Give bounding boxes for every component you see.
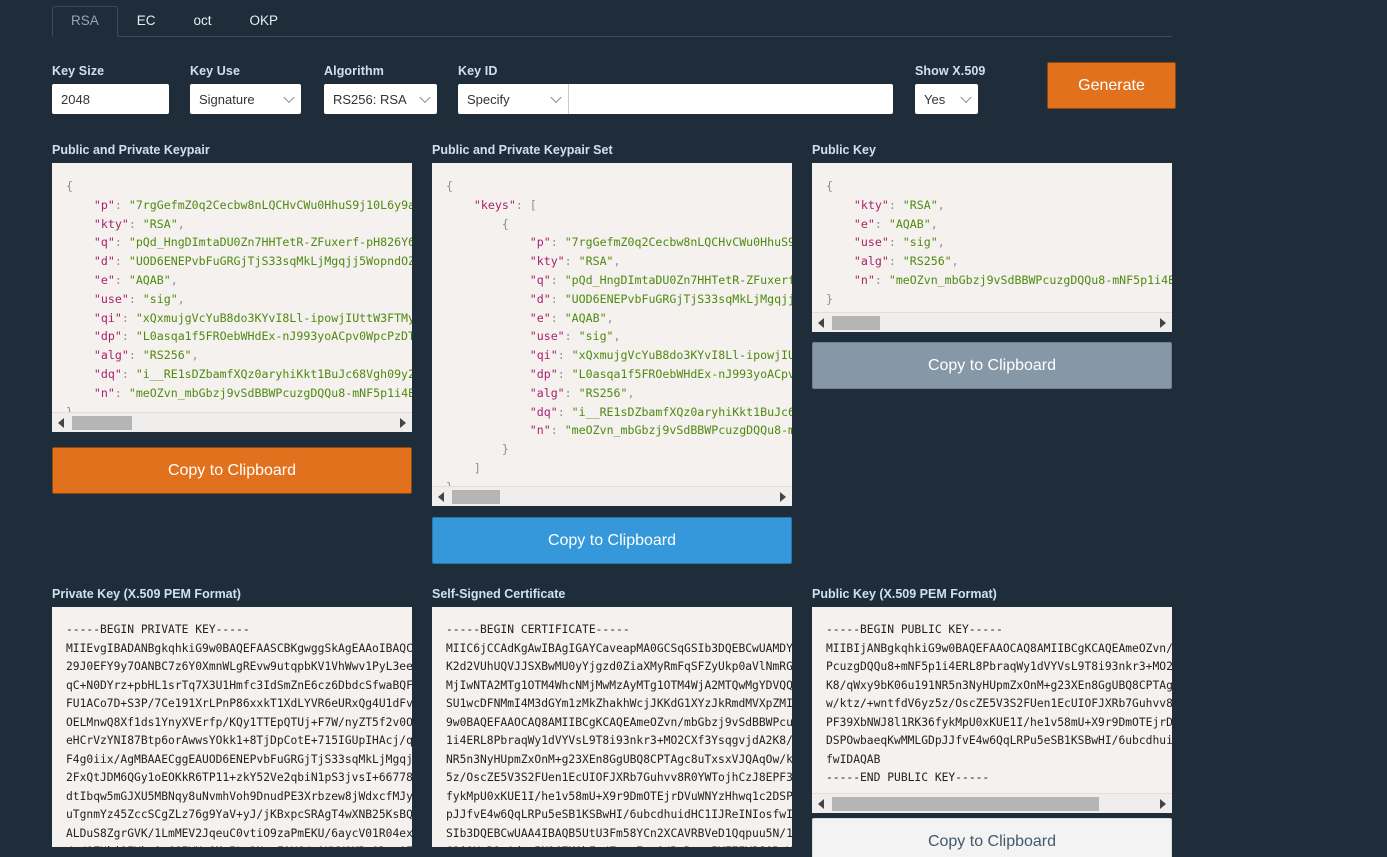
scroll-right-arrow-icon[interactable]	[774, 487, 792, 507]
generator-form: Key Size 2048 Key Use Signature Algorith…	[0, 56, 1387, 126]
panel-keypair: Public and Private Keypair { "p": "7rgGe…	[52, 143, 412, 432]
algorithm-label: Algorithm	[324, 64, 384, 78]
panel-public-key-title: Public Key	[812, 143, 876, 157]
chevron-down-icon	[283, 91, 295, 104]
scroll-thumb[interactable]	[72, 415, 132, 430]
key-size-label: Key Size	[52, 64, 105, 78]
certificate-text: -----BEGIN CERTIFICATE----- MIIC6jCCAdKg…	[446, 623, 792, 847]
copy-public-key-label: Copy to Clipboard	[927, 356, 1057, 374]
algorithm-value: RS256: RSA	[333, 91, 407, 107]
panel-keypair-title: Public and Private Keypair	[52, 143, 210, 157]
key-id-mode-select[interactable]: Specify	[458, 84, 568, 114]
key-id-label: Key ID	[458, 64, 498, 78]
keypair-set-codebox[interactable]: { "keys": [ { "p": "7rgGefmZ0q2Cecbw8nLQ…	[432, 163, 792, 506]
public-pem-text: -----BEGIN PUBLIC KEY----- MIIBIjANBgkqh…	[826, 623, 1172, 784]
algorithm-select[interactable]: RS256: RSA	[324, 84, 437, 114]
key-use-label: Key Use	[190, 64, 241, 78]
scroll-left-arrow-icon[interactable]	[432, 487, 450, 507]
key-use-select[interactable]: Signature	[190, 84, 301, 114]
panel-certificate: Self-Signed Certificate -----BEGIN CERTI…	[432, 587, 792, 847]
algorithm-field: Algorithm RS256: RSA	[324, 64, 437, 114]
scroll-track[interactable]	[830, 794, 1154, 814]
copy-public-key-button[interactable]: Copy to Clipboard	[812, 342, 1172, 389]
generate-button-label: Generate	[1078, 76, 1145, 94]
scroll-thumb[interactable]	[832, 796, 1099, 811]
chevron-down-icon	[419, 91, 431, 104]
keypair-hscrollbar[interactable]	[52, 412, 412, 432]
copy-public-pem-button[interactable]: Copy to Clipboard	[812, 818, 1172, 857]
keypair-set-hscrollbar[interactable]	[432, 486, 792, 506]
panel-keypair-set: Public and Private Keypair Set { "keys":…	[432, 143, 792, 506]
tab-ec[interactable]: EC	[118, 6, 175, 36]
public-pem-hscrollbar[interactable]	[812, 793, 1172, 813]
scroll-right-arrow-icon[interactable]	[1154, 794, 1172, 814]
scroll-left-arrow-icon[interactable]	[812, 794, 830, 814]
key-size-value: 2048	[61, 91, 90, 107]
panel-private-pem: Private Key (X.509 PEM Format) -----BEGI…	[52, 587, 412, 847]
key-id-mode-value: Specify	[467, 91, 510, 107]
keypair-codebox[interactable]: { "p": "7rgGefmZ0q2Cecbw8nLQCHvCWu0HhuS9…	[52, 163, 412, 432]
public-pem-codebox[interactable]: -----BEGIN PUBLIC KEY----- MIIBIjANBgkqh…	[812, 607, 1172, 813]
keypair-set-json: { "keys": [ { "p": "7rgGefmZ0q2Cecbw8nLQ…	[446, 179, 792, 494]
copy-public-pem-label: Copy to Clipboard	[927, 832, 1057, 850]
generate-button[interactable]: Generate	[1047, 62, 1176, 109]
certificate-codebox[interactable]: -----BEGIN CERTIFICATE----- MIIC6jCCAdKg…	[432, 607, 792, 847]
public-key-json: { "kty": "RSA", "e": "AQAB", "use": "sig…	[826, 179, 1172, 306]
scroll-thumb[interactable]	[452, 489, 500, 504]
key-id-input[interactable]	[568, 84, 893, 114]
copy-keypair-label: Copy to Clipboard	[167, 461, 297, 479]
public-key-codebox[interactable]: { "kty": "RSA", "e": "AQAB", "use": "sig…	[812, 163, 1172, 332]
show-x509-select[interactable]: Yes	[915, 84, 978, 114]
scroll-track[interactable]	[450, 487, 774, 507]
key-id-field: Key ID Specify	[458, 64, 893, 114]
panel-public-pem-title: Public Key (X.509 PEM Format)	[812, 587, 997, 601]
copy-keypair-set-label: Copy to Clipboard	[547, 531, 677, 549]
keypair-json: { "p": "7rgGefmZ0q2Cecbw8nLQCHvCWu0HhuS9…	[66, 179, 412, 419]
copy-keypair-button[interactable]: Copy to Clipboard	[52, 447, 412, 494]
key-use-field: Key Use Signature	[190, 64, 301, 114]
key-size-field: Key Size 2048	[52, 64, 169, 114]
panel-keypair-set-title: Public and Private Keypair Set	[432, 143, 613, 157]
scroll-left-arrow-icon[interactable]	[52, 413, 70, 433]
public-key-hscrollbar[interactable]	[812, 312, 1172, 332]
show-x509-label: Show X.509	[915, 64, 986, 78]
key-use-value: Signature	[199, 91, 255, 107]
scroll-right-arrow-icon[interactable]	[394, 413, 412, 433]
show-x509-value: Yes	[924, 91, 946, 107]
panel-certificate-title: Self-Signed Certificate	[432, 587, 566, 601]
scroll-right-arrow-icon[interactable]	[1154, 313, 1172, 333]
tab-okp[interactable]: OKP	[231, 6, 298, 36]
key-size-input[interactable]: 2048	[52, 84, 169, 114]
tab-rsa[interactable]: RSA	[52, 6, 118, 37]
scroll-track[interactable]	[830, 313, 1154, 333]
private-pem-text: -----BEGIN PRIVATE KEY----- MIIEvgIBADAN…	[66, 623, 412, 847]
scroll-track[interactable]	[70, 413, 394, 433]
key-type-tabs: RSA EC oct OKP	[52, 4, 1172, 37]
tab-oct[interactable]: oct	[175, 6, 231, 36]
copy-keypair-set-button[interactable]: Copy to Clipboard	[432, 517, 792, 564]
private-pem-codebox[interactable]: -----BEGIN PRIVATE KEY----- MIIEvgIBADAN…	[52, 607, 412, 847]
key-generator-page: RSA EC oct OKP Key Size 2048 Key Use Sig…	[0, 0, 1387, 857]
panel-public-key: Public Key { "kty": "RSA", "e": "AQAB", …	[812, 143, 1172, 332]
show-x509-field: Show X.509 Yes	[915, 64, 985, 114]
scroll-left-arrow-icon[interactable]	[812, 313, 830, 333]
chevron-down-icon	[960, 91, 972, 104]
panel-private-pem-title: Private Key (X.509 PEM Format)	[52, 587, 241, 601]
panel-public-pem: Public Key (X.509 PEM Format) -----BEGIN…	[812, 587, 1172, 813]
scroll-thumb[interactable]	[832, 315, 880, 330]
chevron-down-icon	[550, 91, 562, 104]
